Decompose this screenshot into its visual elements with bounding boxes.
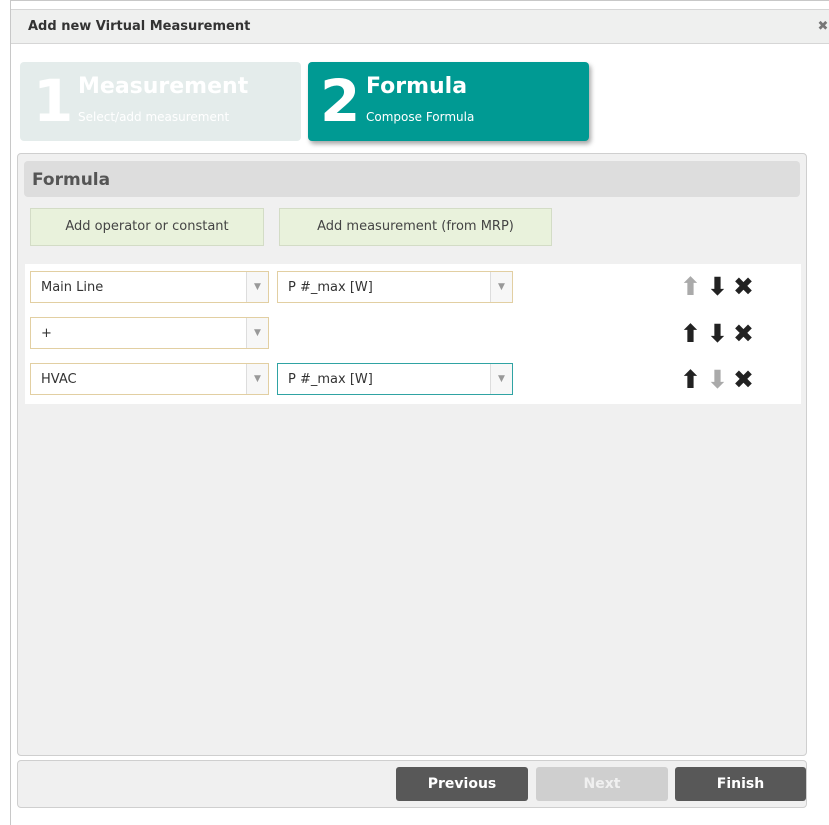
step-number: 1: [33, 67, 74, 135]
operator-select[interactable]: + ▼: [30, 317, 269, 349]
previous-button[interactable]: Previous: [396, 767, 528, 801]
arrow-up-icon[interactable]: ⬆: [680, 367, 701, 392]
select-value: P #_max [W]: [288, 280, 373, 295]
panel-header: Formula: [24, 161, 800, 197]
close-icon[interactable]: ✖: [733, 367, 754, 392]
step-subtitle: Compose Formula: [366, 110, 475, 124]
arrow-down-icon[interactable]: ⬇: [707, 321, 728, 346]
step-name: Measurement: [78, 74, 249, 99]
formula-panel: Formula Add operator or constant Add mea…: [17, 153, 807, 756]
add-measurement-button[interactable]: Add measurement (from MRP): [279, 208, 552, 246]
select-value: Main Line: [41, 280, 104, 295]
select-value: HVAC: [41, 372, 77, 387]
measurement-select[interactable]: Main Line ▼: [30, 271, 269, 303]
measurement-type-select[interactable]: P #_max [W] ▼: [277, 271, 513, 303]
arrow-up-icon[interactable]: ⬆: [680, 321, 701, 346]
dialog-titlebar: Add new Virtual Measurement ✖: [11, 9, 829, 44]
step-number: 2: [320, 67, 361, 135]
chevron-down-icon: ▼: [490, 272, 512, 302]
finish-button[interactable]: Finish: [675, 767, 806, 801]
dialog-title: Add new Virtual Measurement: [28, 19, 251, 34]
select-value: +: [41, 326, 52, 341]
measurement-select[interactable]: HVAC ▼: [30, 363, 269, 395]
step-formula[interactable]: 2 Formula Compose Formula: [308, 62, 589, 141]
panel-title: Formula: [32, 170, 111, 190]
measurement-type-select[interactable]: P #_max [W] ▼: [277, 363, 513, 395]
close-icon[interactable]: ✖: [816, 19, 829, 35]
step-subtitle: Select/add measurement: [78, 110, 230, 124]
formula-rows: Main Line ▼ P #_max [W] ▼ ⬆ ⬇ ✖ + ▼ ⬆ ⬇ …: [25, 264, 801, 404]
arrow-down-icon[interactable]: ⬇: [707, 274, 728, 299]
dialog-footer: Previous Next Finish: [17, 760, 807, 808]
close-icon[interactable]: ✖: [733, 321, 754, 346]
chevron-down-icon: ▼: [490, 364, 512, 394]
chevron-down-icon: ▼: [246, 318, 268, 348]
chevron-down-icon: ▼: [246, 272, 268, 302]
step-name: Formula: [366, 74, 468, 99]
arrow-up-icon[interactable]: ⬆: [680, 274, 701, 299]
next-button[interactable]: Next: [536, 767, 668, 801]
select-value: P #_max [W]: [288, 372, 373, 387]
close-icon[interactable]: ✖: [733, 274, 754, 299]
step-measurement[interactable]: 1 Measurement Select/add measurement: [20, 62, 301, 141]
arrow-down-icon[interactable]: ⬇: [707, 367, 728, 392]
chevron-down-icon: ▼: [246, 364, 268, 394]
add-operator-button[interactable]: Add operator or constant: [30, 208, 264, 246]
